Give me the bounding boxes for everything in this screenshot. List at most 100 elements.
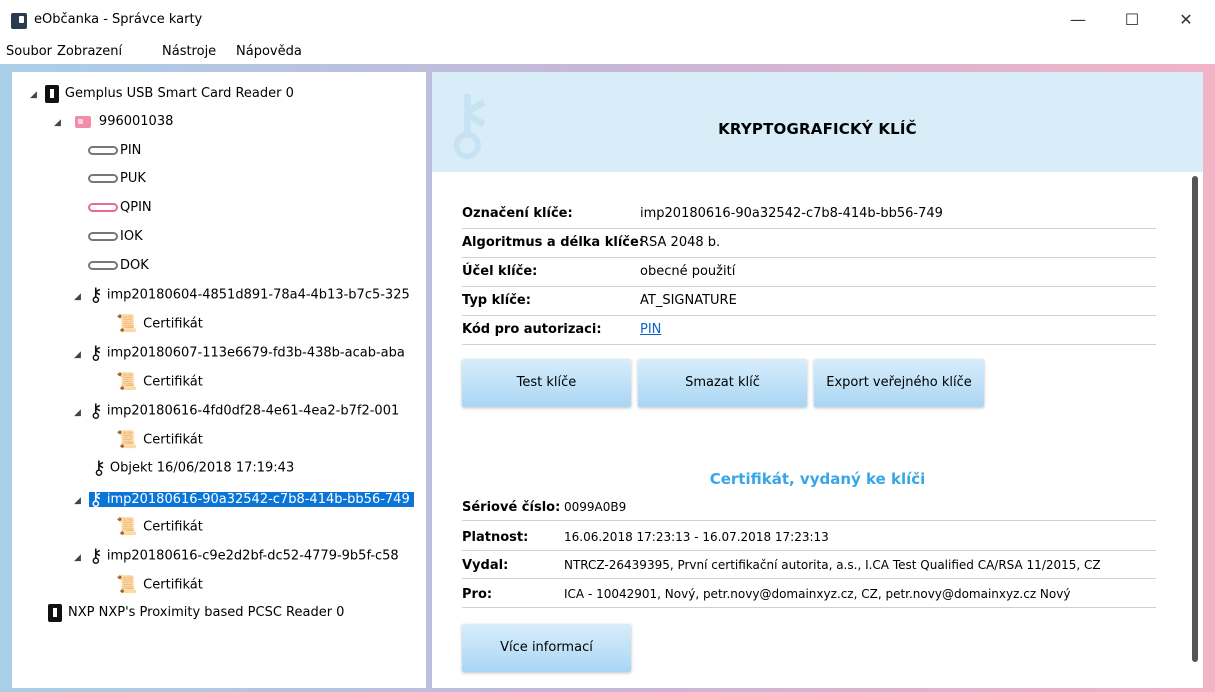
tree-cert-4[interactable]: 📜 Certifikát xyxy=(116,515,203,539)
tree-key-2[interactable]: ◢ ⚷ imp20180607-113e6679-fd3b-438b-acab-ab… xyxy=(74,341,405,365)
collapse-arrow-icon[interactable]: ◢ xyxy=(74,350,81,360)
tree-label: Certifikát xyxy=(143,519,203,535)
cert-row: Sériové číslo: 0099A0B9 xyxy=(462,496,1156,521)
tree-puk[interactable]: PUK xyxy=(88,167,146,191)
cert-label: Sériové číslo: xyxy=(462,500,561,515)
pin-icon xyxy=(88,146,118,155)
more-info-button[interactable]: Více informací xyxy=(462,624,631,672)
cert-label: Vydal: xyxy=(462,558,509,573)
menu-nastroje[interactable]: Nástroje xyxy=(162,44,216,59)
field-row: Účel klíče: obecné použití xyxy=(462,258,1156,287)
tree-cert-5[interactable]: 📜 Certifikát xyxy=(116,573,203,597)
cert-row: Pro: ICA - 10042901, Nový, petr.novy@dom… xyxy=(462,583,1156,608)
window-title: eObčanka - Správce karty xyxy=(34,12,203,27)
menu-zobrazeni[interactable]: Zobrazení xyxy=(57,44,122,59)
tree-label: Objekt 16/06/2018 17:19:43 xyxy=(109,460,295,476)
collapse-arrow-icon[interactable]: ◢ xyxy=(74,553,81,563)
tree-qpin[interactable]: QPIN xyxy=(88,196,152,220)
tree-label: Certifikát xyxy=(143,316,203,332)
certificate-icon: 📜 xyxy=(116,575,138,595)
key-icon: ⚷ xyxy=(88,342,103,364)
cert-label: Pro: xyxy=(462,587,493,602)
tree-pin[interactable]: PIN xyxy=(88,139,141,163)
tree-key-5[interactable]: ◢ ⚷ imp20180616-c9e2d2bf-dc52-4779-9b5f-c5… xyxy=(74,544,399,568)
tree-dok[interactable]: DOK xyxy=(88,254,149,278)
tree-card[interactable]: ◢ 996001038 xyxy=(54,110,173,134)
tree-reader-nxp[interactable]: NXP NXP's Proximity based PCSC Reader 0 xyxy=(48,601,344,625)
delete-key-button[interactable]: Smazat klíč xyxy=(638,359,807,407)
key-icon: ⚷ xyxy=(88,545,103,567)
certificate-icon: 📜 xyxy=(116,430,138,450)
reader-icon xyxy=(44,84,59,103)
vertical-scrollbar[interactable] xyxy=(1192,176,1198,662)
test-key-button[interactable]: Test klíče xyxy=(462,359,631,407)
field-value: obecné použití xyxy=(640,264,736,279)
key-icon: ⚷ xyxy=(88,400,103,422)
close-button[interactable]: ✕ xyxy=(1163,6,1209,34)
tree-key-3[interactable]: ◢ ⚷ imp20180616-4fd0df28-4e61-4ea2-b7f2-00… xyxy=(74,399,399,423)
auth-pin-link[interactable]: PIN xyxy=(640,322,661,337)
tree-key-1[interactable]: ◢ ⚷ imp20180604-4851d891-78a4-4b13-b7c5-32… xyxy=(74,283,410,307)
pin-icon xyxy=(88,232,118,241)
field-row: Kód pro autorizaci: PIN xyxy=(462,316,1156,345)
cert-row: Vydal: NTRCZ-26439395, První certifikačn… xyxy=(462,554,1156,579)
tree-label: DOK xyxy=(120,258,149,273)
minimize-button[interactable]: — xyxy=(1055,6,1101,34)
header-banner: ⚷ KRYPTOGRAFICKÝ KLÍČ xyxy=(432,72,1203,172)
cert-row: Platnost: 16.06.2018 17:23:13 - 16.07.20… xyxy=(462,526,1156,551)
tree-label: imp20180607-113e6679-fd3b-438b-acab-aba xyxy=(106,345,405,361)
app-icon xyxy=(11,13,27,29)
title-bar: eObčanka - Správce karty — ☐ ✕ xyxy=(0,0,1215,40)
card-tree[interactable]: ◢ Gemplus USB Smart Card Reader 0 ◢ 996001… xyxy=(12,72,426,688)
reader-icon xyxy=(48,603,62,622)
export-public-key-button[interactable]: Export veřejného klíče xyxy=(814,359,984,407)
tree-reader-gemplus[interactable]: ◢ Gemplus USB Smart Card Reader 0 xyxy=(30,82,294,106)
field-value: AT_SIGNATURE xyxy=(640,293,737,308)
tree-cert-2[interactable]: 📜 Certifikát xyxy=(116,370,203,394)
pin-icon xyxy=(88,174,118,183)
tree-key-selected[interactable]: ◢ ⚷ imp20180616-90a32542-c7b8-414b-bb56-74… xyxy=(74,487,414,511)
tree-label: imp20180616-c9e2d2bf-dc52-4779-9b5f-c58 xyxy=(106,548,399,564)
collapse-arrow-icon[interactable]: ◢ xyxy=(54,118,61,128)
tree-label: IOK xyxy=(120,229,143,244)
card-icon xyxy=(74,115,91,128)
pin-icon xyxy=(88,203,118,212)
page-title: KRYPTOGRAFICKÝ KLÍČ xyxy=(718,120,917,138)
collapse-arrow-icon[interactable]: ◢ xyxy=(74,292,81,302)
menu-napoveda[interactable]: Nápověda xyxy=(236,44,302,59)
tree-label: NXP NXP's Proximity based PCSC Reader 0 xyxy=(68,605,345,620)
menu-bar: Soubor Zobrazení Nástroje Nápověda xyxy=(0,40,1215,64)
detail-panel: ⚷ KRYPTOGRAFICKÝ KLÍČ Označení klíče: im… xyxy=(432,72,1203,688)
tree-label: Certifikát xyxy=(143,432,203,448)
pin-icon xyxy=(88,261,118,270)
tree-label: 996001038 xyxy=(98,114,174,129)
key-icon: ⚷ xyxy=(92,457,106,479)
tree-label: Gemplus USB Smart Card Reader 0 xyxy=(64,86,294,101)
collapse-arrow-icon[interactable]: ◢ xyxy=(30,90,37,100)
cert-value: ICA - 10042901, Nový, petr.novy@domainxy… xyxy=(564,587,1071,601)
certificate-icon: 📜 xyxy=(116,314,138,334)
tree-iok[interactable]: IOK xyxy=(88,225,143,249)
collapse-arrow-icon[interactable]: ◢ xyxy=(74,496,81,506)
tree-label: imp20180604-4851d891-78a4-4b13-b7c5-325 xyxy=(106,287,410,303)
tree-label: PIN xyxy=(120,143,142,158)
field-value: imp20180616-90a32542-c7b8-414b-bb56-749 xyxy=(640,206,943,221)
key-icon: ⚷ xyxy=(88,284,103,306)
cert-value: 0099A0B9 xyxy=(564,500,627,514)
field-value: RSA 2048 b. xyxy=(640,235,721,250)
certificate-icon: 📜 xyxy=(116,372,138,392)
collapse-arrow-icon[interactable]: ◢ xyxy=(74,408,81,418)
maximize-button[interactable]: ☐ xyxy=(1109,6,1155,34)
tree-object[interactable]: ⚷ Objekt 16/06/2018 17:19:43 xyxy=(92,456,294,480)
menu-soubor[interactable]: Soubor xyxy=(6,44,52,59)
key-icon: ⚷ xyxy=(88,488,103,510)
field-row: Označení klíče: imp20180616-90a32542-c7b… xyxy=(462,200,1156,229)
field-label: Účel klíče: xyxy=(462,264,538,279)
field-label: Označení klíče: xyxy=(462,206,573,221)
tree-cert-1[interactable]: 📜 Certifikát xyxy=(116,312,203,336)
cert-value: 16.06.2018 17:23:13 - 16.07.2018 17:23:1… xyxy=(564,530,829,544)
tree-cert-3[interactable]: 📜 Certifikát xyxy=(116,428,203,452)
tree-label: QPIN xyxy=(120,200,152,215)
tree-label: imp20180616-90a32542-c7b8-414b-bb56-749 xyxy=(106,491,410,507)
certificate-icon: 📜 xyxy=(116,517,138,537)
